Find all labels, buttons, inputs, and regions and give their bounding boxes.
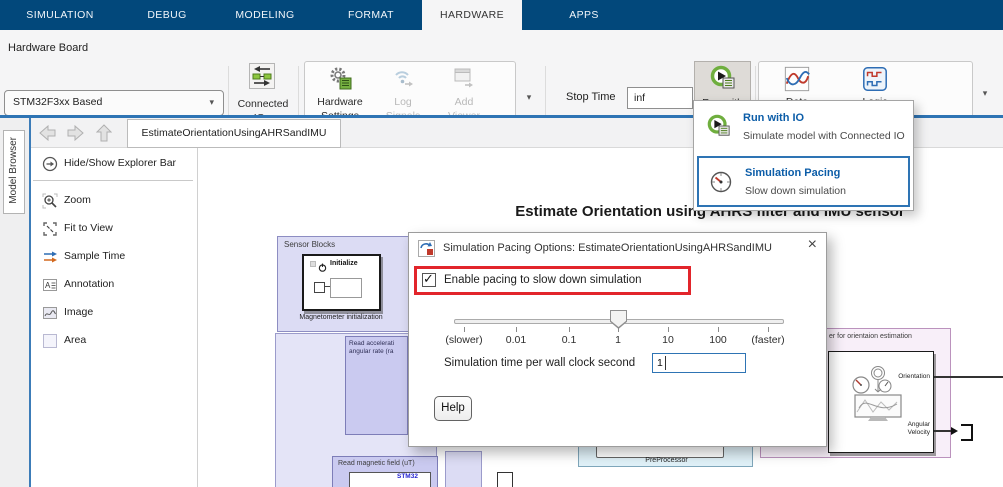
slider-label-slower: (slower) — [445, 334, 482, 346]
hardware-board-value: STM32F3xx Based — [13, 96, 102, 108]
sensor-blocks-label: Sensor Blocks — [284, 240, 335, 249]
log-signals-icon — [390, 65, 416, 94]
terminator-icon — [961, 424, 973, 441]
logic-analyzer-icon — [861, 65, 889, 96]
model-browser-label: Model Browser — [8, 137, 19, 204]
tab-apps[interactable]: APPS — [550, 0, 618, 30]
read-mag-block[interactable]: Read magnetic field (uT) STM32 — [332, 456, 438, 487]
palette-image[interactable]: Image — [31, 304, 196, 322]
highlight-box — [414, 266, 691, 295]
close-icon[interactable]: × — [808, 236, 817, 254]
port-orientation-label: Orientation — [898, 373, 930, 380]
sample-time-icon — [42, 249, 58, 270]
stop-time-input[interactable]: inf — [627, 87, 693, 109]
arrowhead-icon — [951, 427, 958, 435]
slider-label-faster: (faster) — [751, 334, 784, 346]
simulation-pacing-dialog: Simulation Pacing Options: EstimateOrien… — [408, 232, 827, 447]
signal-line-angular — [934, 430, 952, 432]
connected-io-label-1: Connected — [228, 98, 298, 110]
text-caret — [665, 356, 666, 370]
palette-annotation[interactable]: A Annotation — [31, 276, 196, 294]
svg-text:A: A — [45, 281, 51, 290]
initialize-label: Initialize — [330, 260, 358, 267]
model-browser-tab[interactable]: Model Browser — [3, 130, 25, 214]
tab-debug[interactable]: DEBUG — [132, 0, 202, 30]
signal-line-orientation — [934, 376, 1003, 378]
tab-simulation[interactable]: SIMULATION — [10, 0, 110, 30]
sim-time-input[interactable]: 1 — [652, 353, 746, 373]
magnetometer-init-block[interactable]: Initialize — [302, 254, 381, 311]
up-arrow-button[interactable] — [96, 124, 112, 147]
ribbon-tabbar: SIMULATION DEBUG MODELING FORMAT HARDWAR… — [0, 0, 1003, 30]
palette-hide-show-explorer[interactable]: Hide/Show Explorer Bar — [31, 155, 196, 173]
forward-arrow-button[interactable] — [67, 125, 85, 146]
magnetometer-init-label: Magnetometer initialization — [291, 314, 391, 321]
stop-time-label: Stop Time — [566, 91, 616, 103]
palette-zoom[interactable]: Zoom — [31, 192, 196, 210]
tab-hardware[interactable]: HARDWARE — [422, 0, 522, 30]
stm32-label: STM32 — [397, 473, 418, 480]
menu-item-simulation-pacing[interactable]: Simulation Pacing Slow down simulation — [697, 156, 910, 207]
slider-label-10: 10 — [662, 334, 674, 346]
subsystem-block-partial[interactable] — [445, 451, 482, 487]
help-button[interactable]: Help — [434, 396, 472, 421]
read-accel-block[interactable]: Read accelerati angular rate (ra — [345, 336, 408, 435]
port-angular-label-2: Velocity — [908, 429, 930, 437]
read-mag-label: Read magnetic field (uT) — [338, 460, 415, 467]
connected-io-icon — [249, 63, 275, 94]
run-with-io-icon — [710, 65, 736, 96]
sim-time-label: Simulation time per wall clock second — [444, 357, 635, 369]
palette-fit-to-view[interactable]: Fit to View — [31, 220, 196, 238]
estimator-region-label: er for orientaion estimation — [829, 333, 912, 340]
slider-label-001: 0.01 — [506, 334, 526, 346]
area-icon — [42, 333, 58, 354]
hardware-settings-icon — [327, 65, 353, 94]
gauge-icon — [709, 170, 733, 199]
toolstrip-overflow-caret[interactable]: ▾ — [976, 88, 994, 99]
simulink-window: SIMULATION DEBUG MODELING FORMAT HARDWAR… — [0, 0, 1003, 487]
palette-sample-time[interactable]: Sample Time — [31, 248, 196, 266]
hardware-board-label: Hardware Board — [8, 42, 88, 54]
slider-label-01: 0.1 — [562, 334, 577, 346]
chevron-down-icon: ▾ — [209, 97, 214, 108]
read-accel-label-1: Read accelerati — [349, 340, 394, 348]
read-accel-label-2: angular rate (ra — [349, 348, 394, 356]
menu-item-run-with-io[interactable]: Run with IO Simulate model with Connecte… — [694, 101, 913, 156]
back-arrow-button[interactable] — [38, 125, 56, 146]
slider-label-100: 100 — [709, 334, 727, 346]
tab-modeling[interactable]: MODELING — [224, 0, 306, 30]
annotation-icon: A — [42, 277, 58, 298]
zoom-icon — [42, 193, 58, 214]
hardware-board-select[interactable]: STM32F3xx Based ▾ — [4, 90, 224, 116]
data-inspector-icon — [783, 65, 811, 96]
run-with-io-icon — [707, 114, 731, 143]
port-block-partial[interactable] — [497, 472, 513, 487]
palette-area[interactable]: Area — [31, 332, 196, 350]
add-viewer-icon — [451, 65, 477, 94]
estimator-block[interactable]: Orientation Angular Velocity — [828, 351, 934, 453]
hide-show-explorer-icon — [42, 156, 58, 177]
run-with-io-menu: Run with IO Simulate model with Connecte… — [693, 100, 914, 211]
power-icon — [318, 259, 327, 277]
document-tab[interactable]: EstimateOrientationUsingAHRSandIMU — [127, 119, 341, 148]
tab-format[interactable]: FORMAT — [332, 0, 410, 30]
prepare-gallery-caret[interactable]: ▾ — [520, 92, 538, 103]
slider-label-1: 1 — [615, 334, 621, 346]
fit-to-view-icon — [42, 221, 58, 242]
port-angular-label-1: Angular — [908, 421, 930, 429]
pacing-dialog-icon — [418, 240, 435, 262]
preprocessor-label: PreProcessor — [579, 457, 754, 464]
image-icon — [42, 305, 58, 326]
dialog-title: Simulation Pacing Options: EstimateOrien… — [443, 242, 772, 254]
